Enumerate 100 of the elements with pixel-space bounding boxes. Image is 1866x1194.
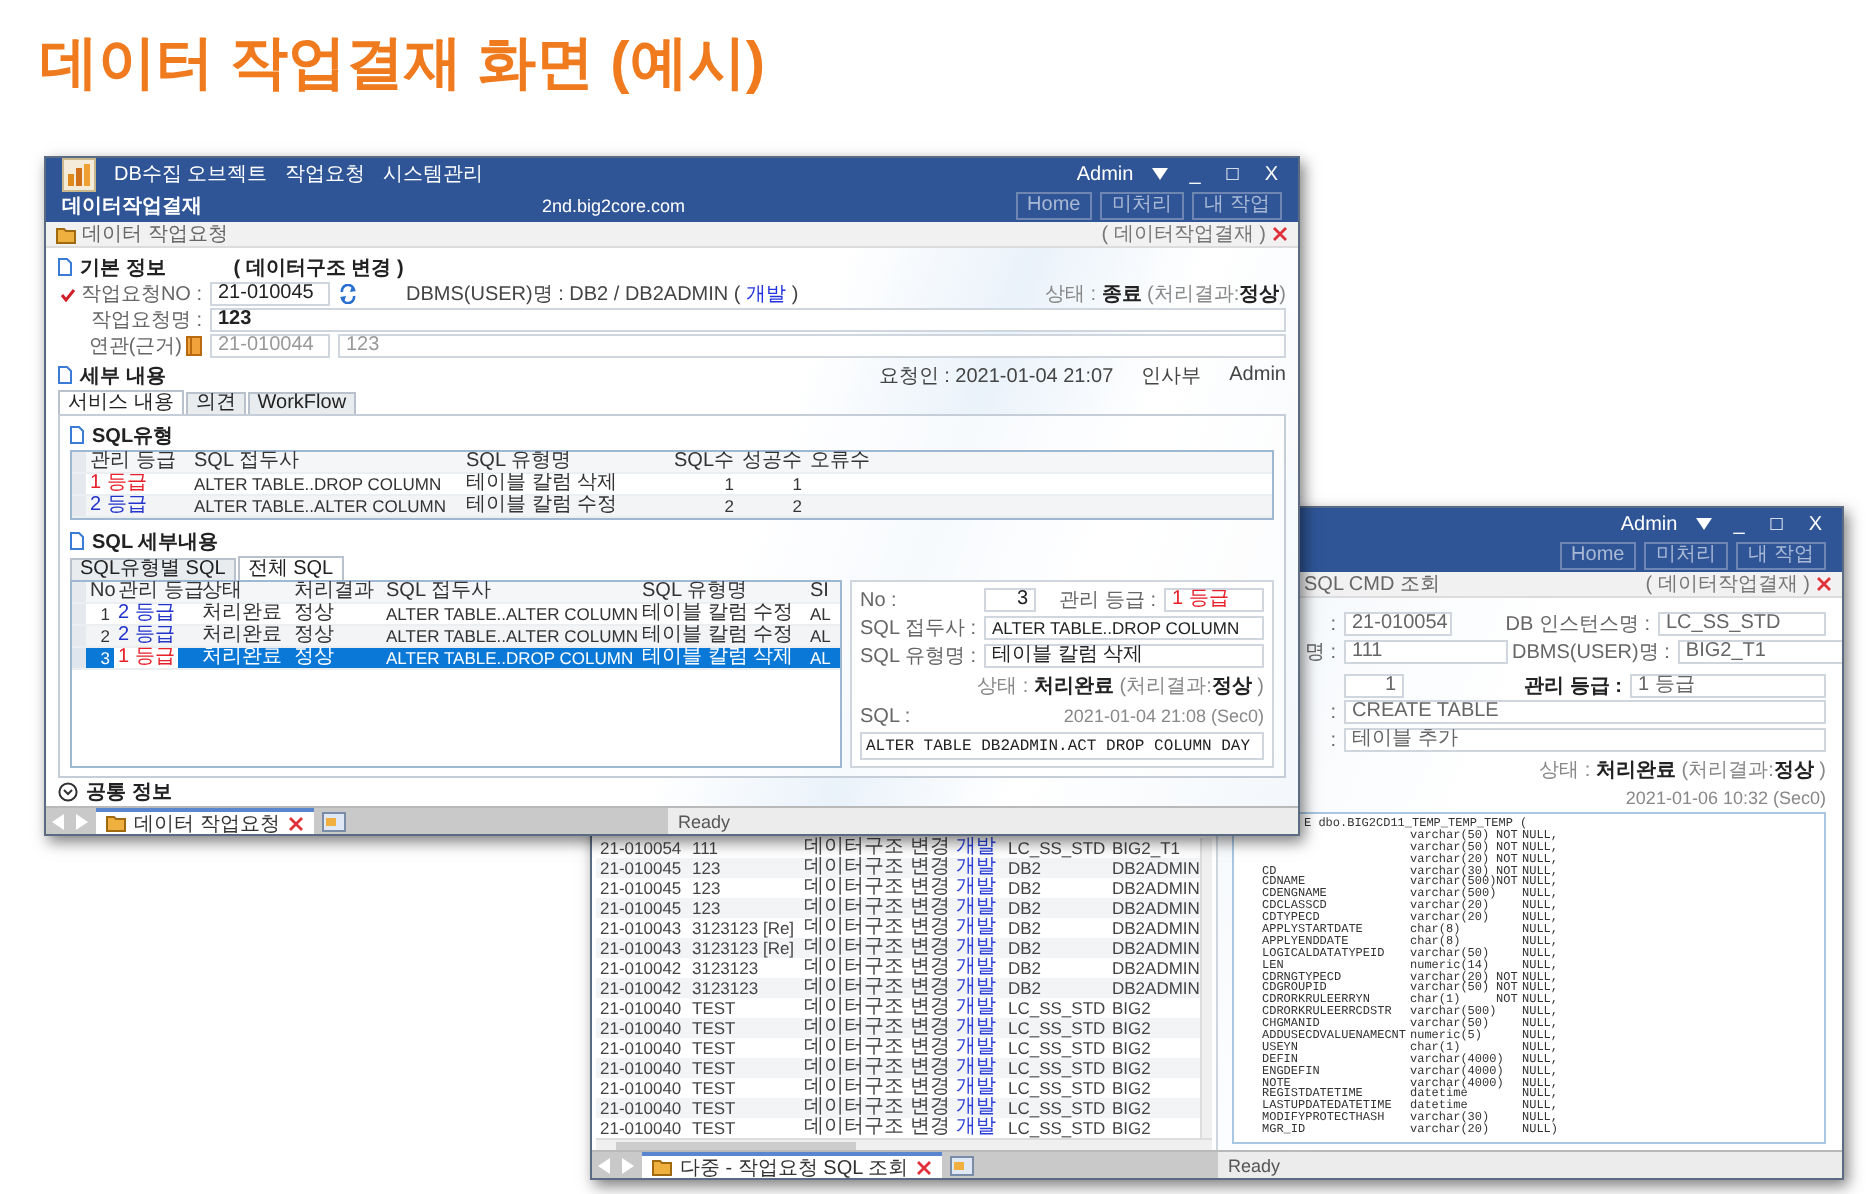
table-cell-text: 2 <box>790 496 804 516</box>
table-row[interactable]: 21-010045 123 데이터구조 변경 개발 DB2 DB2ADMIN <box>596 878 1200 898</box>
close-icon[interactable] <box>1816 576 1832 592</box>
table-cell-text: 데이터구조 변경 <box>804 1098 952 1118</box>
close-icon[interactable] <box>916 1159 933 1175</box>
chevron-down-circle-icon[interactable] <box>58 782 78 802</box>
table-cell-text: 21-010043 <box>600 918 684 938</box>
input-field[interactable]: 테이블 추가 <box>1344 728 1826 752</box>
table-row[interactable]: 21-010045 123 데이터구조 변경 개발 DB2 DB2ADMIN <box>596 858 1200 878</box>
menu-item[interactable]: 시스템관리 <box>383 160 484 188</box>
column-header: 처리결과 <box>292 582 376 602</box>
close-icon[interactable] <box>1272 226 1288 242</box>
user-menu[interactable]: Admin <box>1076 163 1134 185</box>
table-cell-text: 3 <box>98 648 112 668</box>
table-row[interactable]: 21-010043 3123123 [Re] 데이터구조 변경 개발 DB2 DB2ADMIN <box>596 938 1200 958</box>
table-cell-text: BIG2 <box>1112 1058 1153 1078</box>
nav-button[interactable]: 내 작업 <box>1192 192 1282 220</box>
nav-button[interactable]: 내 작업 <box>1736 542 1826 570</box>
table-cell-text: 데이터구조 변경 <box>804 838 952 858</box>
input-field[interactable]: 1 등급 <box>1164 588 1264 612</box>
document-tab[interactable]: 다중 - 작업요청 SQL 조회 <box>642 1152 943 1178</box>
field-label: No : <box>860 589 897 611</box>
document-tab[interactable]: 데이터 작업요청 <box>96 808 314 834</box>
table-cell-text: 21-010040 <box>600 1038 684 1058</box>
refresh-icon[interactable] <box>338 284 358 304</box>
dbms-info: DBMS(USER)명 : DB2 / DB2ADMIN ( 개발 ) <box>406 282 799 308</box>
table-row[interactable]: 2 2 등급 처리완료 정상 ALTER TABLE..ALTER COLUMN 테이블 칼럼 수정 AL <box>72 626 840 648</box>
window-control[interactable]: □ <box>1222 163 1243 185</box>
window-control[interactable]: X <box>1804 513 1826 535</box>
document-icon <box>70 426 84 444</box>
table-row[interactable]: 21-010042 3123123 데이터구조 변경 개발 DB2 DB2ADMIN <box>596 978 1200 998</box>
window-control[interactable]: _ <box>1185 163 1205 185</box>
page-title: 데이터 작업결재 화면 (예시) <box>40 30 765 100</box>
input-field[interactable]: 1 <box>1344 674 1404 698</box>
table-row[interactable]: 21-010045 123 데이터구조 변경 개발 DB2 DB2ADMIN <box>596 898 1200 918</box>
table-cell-text: BIG2 <box>1112 1038 1153 1058</box>
tab[interactable]: 서비스 내용 <box>58 390 184 416</box>
input-field[interactable]: 1 등급 <box>1630 674 1826 698</box>
input-field[interactable]: 21-010045 <box>210 282 330 306</box>
table-row[interactable]: 21-010043 3123123 [Re] 데이터구조 변경 개발 DB2 DB2ADMIN <box>596 918 1200 938</box>
window-control[interactable]: X <box>1260 163 1282 185</box>
field-label: 명 : <box>1304 640 1338 666</box>
tab[interactable]: 전체 SQL <box>237 556 344 582</box>
input-field[interactable]: BIG2_T1 <box>1677 640 1842 664</box>
status-text: Ready <box>1228 1155 1281 1175</box>
table-row[interactable]: 21-010042 3123123 데이터구조 변경 개발 DB2 DB2ADMIN <box>596 958 1200 978</box>
input-field[interactable]: 111 <box>1344 640 1508 664</box>
menu-item[interactable]: DB수집 오브젝트 <box>114 160 268 188</box>
tab[interactable]: 의견 <box>185 392 246 416</box>
scrollbar-thumb[interactable] <box>616 1142 856 1150</box>
close-icon[interactable] <box>287 815 304 831</box>
window-control[interactable]: _ <box>1729 513 1749 535</box>
document-icon <box>70 532 84 550</box>
table-row[interactable]: 21-010040 TEST 데이터구조 변경 개발 LC_SS_STD BIG2 <box>596 1098 1200 1118</box>
column-header: No <box>88 582 118 602</box>
user-menu[interactable]: Admin <box>1620 513 1678 535</box>
tab[interactable]: WorkFlow <box>247 392 357 416</box>
tab[interactable]: SQL유형별 SQL <box>70 558 236 582</box>
table-cell-text: 개발 <box>956 838 998 858</box>
table-cell-text: 처리완료 <box>200 626 284 646</box>
table-row[interactable]: 3 1 등급 처리완료 정상 ALTER TABLE..DROP COLUMN 테이블 칼럼 삭제 AL <box>72 648 840 670</box>
table-cell-text: 테이블 칼럼 삭제 <box>464 474 620 494</box>
field-label: 작업요청명 : <box>90 308 202 334</box>
input-field[interactable]: 3 <box>984 588 1036 612</box>
table-row[interactable]: 1 등급 ALTER TABLE..DROP COLUMN 테이블 칼럼 삭제 1 1 <box>72 474 1272 496</box>
new-tab-icon[interactable] <box>321 811 346 831</box>
window-control[interactable]: □ <box>1766 513 1787 535</box>
table-row[interactable]: 1 2 등급 처리완료 정상 ALTER TABLE..ALTER COLUMN 테이블 칼럼 수정 AL <box>72 604 840 626</box>
field-label: : <box>1330 613 1338 635</box>
table-cell-text: 데이터구조 변경 <box>804 1038 952 1058</box>
table-row[interactable]: 21-010040 TEST 데이터구조 변경 개발 LC_SS_STD BIG2 <box>596 1018 1200 1038</box>
nav-button[interactable]: 미처리 <box>1644 542 1729 570</box>
category-text: ( 데이터구조 변경 ) <box>233 255 404 281</box>
input-field[interactable]: LC_SS_STD <box>1658 612 1826 636</box>
field-label: 작업요청NO : <box>80 282 202 308</box>
table-cell-text: 3123123 <box>692 978 761 998</box>
table-row[interactable]: 21-010040 TEST 데이터구조 변경 개발 LC_SS_STD BIG2 <box>596 1058 1200 1078</box>
nav-button[interactable]: Home <box>1015 192 1093 220</box>
input-field[interactable]: ALTER TABLE..DROP COLUMN <box>984 616 1264 640</box>
input-field[interactable]: 21-010054 <box>1344 612 1452 636</box>
table-cell-text: 123 <box>692 878 723 898</box>
environment-link[interactable]: 개발 <box>746 284 787 306</box>
column-header: 성공수 <box>740 452 804 472</box>
new-tab-icon[interactable] <box>950 1155 975 1175</box>
table-row[interactable]: 2 등급 ALTER TABLE..ALTER COLUMN 테이블 칼럼 수정 2 2 <box>72 496 1272 518</box>
table-cell-text: DB2 <box>1008 978 1044 998</box>
field-label: : <box>1330 729 1338 751</box>
caret-down-icon[interactable] <box>1151 168 1168 180</box>
nav-button[interactable]: Home <box>1559 542 1637 570</box>
table-cell-text: 데이터구조 변경 <box>804 898 952 918</box>
column-header: SQL 유형명 <box>464 452 573 472</box>
input-field[interactable]: 테이블 칼럼 삭제 <box>984 644 1264 668</box>
nav-button[interactable]: 미처리 <box>1100 192 1185 220</box>
field-label: DBMS(USER)명 : <box>1512 640 1672 666</box>
sql-field[interactable]: ALTER TABLE DB2ADMIN.ACT DROP COLUMN DAY <box>860 732 1264 760</box>
menu-item[interactable]: 작업요청 <box>285 160 366 188</box>
input-field[interactable]: CREATE TABLE <box>1344 700 1826 724</box>
input-field[interactable]: 123 <box>210 308 1286 332</box>
table-cell-text: 개발 <box>956 958 998 978</box>
caret-down-icon[interactable] <box>1695 518 1712 530</box>
